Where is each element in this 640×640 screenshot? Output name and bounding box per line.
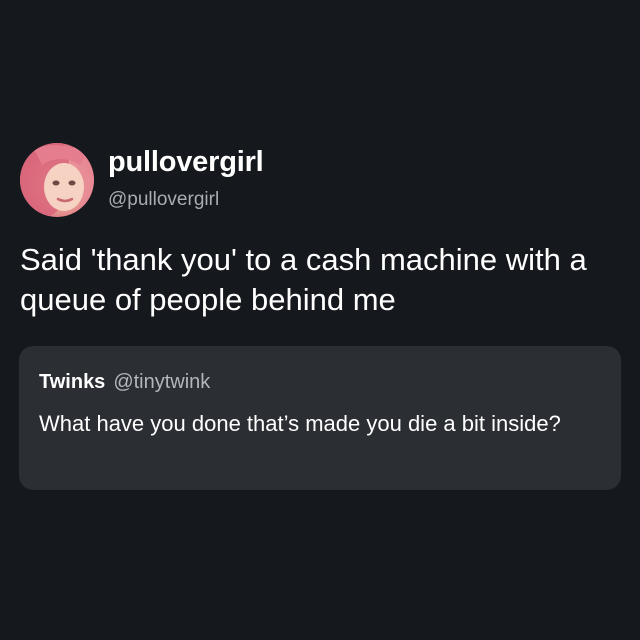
avatar[interactable] <box>20 143 94 217</box>
quoted-tweet-header: Twinks @tinytwink <box>39 370 210 394</box>
quoted-tweet-card[interactable]: Twinks @tinytwink What have you done that… <box>19 346 621 490</box>
quoted-author-handle: @tinytwink <box>113 371 211 393</box>
avatar-photo-icon <box>20 143 94 217</box>
tweet: pullovergirl @pullovergirl Said 'thank y… <box>0 0 640 640</box>
quoted-author-display-name: Twinks <box>39 371 106 393</box>
tweet-text: Said 'thank you' to a cash machine with … <box>20 242 587 317</box>
quoted-tweet-text: What have you done that’s made you die a… <box>39 411 561 436</box>
author-display-name[interactable]: pullovergirl <box>108 144 264 180</box>
author-handle[interactable]: @pullovergirl <box>108 188 219 212</box>
